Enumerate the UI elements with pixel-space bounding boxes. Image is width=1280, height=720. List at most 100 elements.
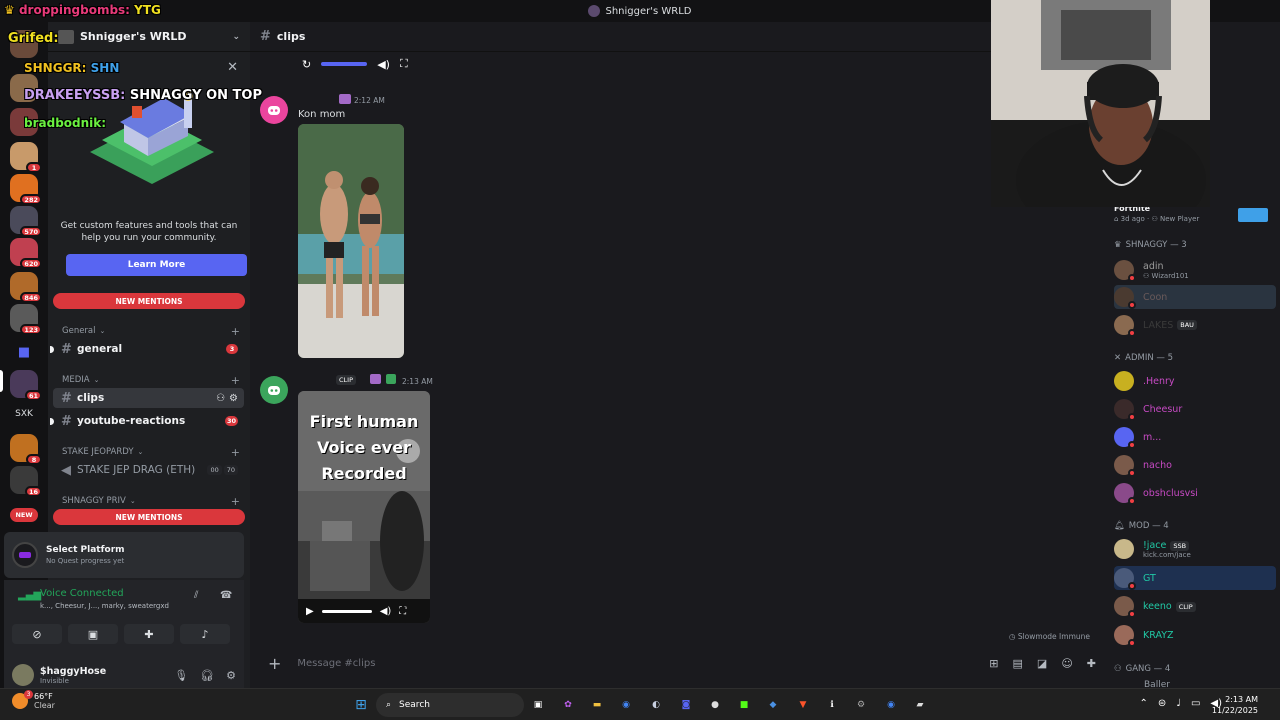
server-header[interactable]: Shnigger's WRLD ⌄ <box>48 22 250 52</box>
server-icon-7[interactable]: 620 <box>10 238 42 269</box>
sticker-icon[interactable]: ◪ <box>1037 657 1047 670</box>
channel-general[interactable]: # general 3 <box>50 339 244 359</box>
server-icon-4[interactable]: 1 <box>10 142 42 173</box>
kick-icon[interactable]: ■ <box>735 696 753 714</box>
gear-icon[interactable]: ⚙ <box>226 669 236 682</box>
speaker-icon[interactable]: ◀) <box>380 606 392 617</box>
obs-icon[interactable]: ▰ <box>911 696 929 714</box>
member-item[interactable]: KRAYZ <box>1114 623 1276 647</box>
noise-suppression-icon[interactable]: ⫽ <box>194 590 198 601</box>
folder-icon[interactable]: ■ <box>10 338 38 366</box>
add-channel-icon[interactable]: + <box>231 495 240 508</box>
taskbar-clock[interactable]: 2:13 AM 11/22/2025 <box>1212 694 1258 716</box>
discord-icon[interactable]: ◙ <box>677 696 695 714</box>
attach-plus-icon[interactable]: + <box>268 654 281 673</box>
info-app-icon[interactable]: ℹ <box>823 696 841 714</box>
server-icon-11[interactable]: 16 <box>10 466 42 497</box>
fullscreen-icon[interactable]: ⛶ <box>399 606 406 617</box>
new-mentions-banner-bottom[interactable]: NEW MENTIONS <box>53 509 245 525</box>
gear-icon[interactable]: ⚙ <box>229 393 238 404</box>
video-attachment[interactable]: First human Voice ever Recorded ▶ ◀) ⛶ <box>298 391 430 623</box>
camera-off-button[interactable]: ⊘ <box>12 624 62 644</box>
member-item[interactable]: m... <box>1114 425 1276 449</box>
avatar[interactable] <box>12 664 34 686</box>
microphone-icon[interactable]: ♩ <box>1176 698 1181 709</box>
gift-icon[interactable]: ⊞ <box>989 657 998 670</box>
message-input[interactable]: Message #clips <box>297 658 375 669</box>
activities-button[interactable]: ✚ <box>124 624 174 644</box>
category-shnaggy-priv[interactable]: SHNAGGY PRIV ⌄ + <box>62 494 240 508</box>
member-item[interactable]: keeno CLIP <box>1114 594 1276 618</box>
headphones-icon[interactable]: 🎧︎ <box>200 669 214 682</box>
volume-slider[interactable] <box>321 609 372 613</box>
member-item[interactable]: Cheesur <box>1114 397 1276 421</box>
chevron-up-icon[interactable]: ⌃ <box>1139 698 1147 709</box>
file-explorer-icon[interactable]: ▬ <box>588 696 606 714</box>
steam-icon[interactable]: ◐ <box>647 696 665 714</box>
add-channel-icon[interactable]: + <box>231 446 240 459</box>
category-media[interactable]: MEDIA ⌄ + <box>62 373 240 387</box>
display-icon[interactable]: ▭ <box>1191 698 1200 709</box>
invite-icon[interactable]: ⚇ <box>216 393 225 404</box>
disconnect-icon[interactable]: ☎ <box>220 590 232 601</box>
new-servers-pill[interactable]: NEW <box>10 508 38 522</box>
chrome-icon[interactable]: ◉ <box>617 696 635 714</box>
member-item[interactable]: !jace SSB kick.com/jace <box>1114 537 1276 561</box>
member-item[interactable]: adin ⚇ Wizard101 <box>1114 258 1276 282</box>
network-icon[interactable]: ⊜ <box>1158 698 1166 709</box>
server-icon-8[interactable]: 846 <box>10 272 42 303</box>
fullscreen-icon[interactable]: ⛶ <box>400 57 408 71</box>
taskbar-search[interactable]: ⌕ Search <box>376 693 524 717</box>
category-general[interactable]: General ⌄ + <box>62 324 240 338</box>
server-icon-6[interactable]: 570 <box>10 206 42 237</box>
member-name-partial[interactable]: Baller <box>1144 680 1170 688</box>
copilot-icon[interactable]: ✿ <box>559 696 577 714</box>
new-mentions-banner[interactable]: NEW MENTIONS <box>53 293 245 309</box>
vscode-icon[interactable]: ◆ <box>764 696 782 714</box>
voice-panel: ▂▄▆ Voice Connected k..., Cheesur, J...,… <box>4 580 244 660</box>
emoji-icon[interactable]: ☺ <box>1061 657 1072 670</box>
server-icon-current[interactable]: 61 <box>10 370 42 401</box>
username[interactable]: $haggyHose <box>40 666 106 677</box>
chrome-icon-2[interactable]: ◉ <box>882 696 900 714</box>
voice-status[interactable]: Voice Connected <box>40 588 124 599</box>
server-icon-5[interactable]: 282 <box>10 174 42 205</box>
screen-share-button[interactable]: ▣ <box>68 624 118 644</box>
volume-slider[interactable] <box>321 62 368 66</box>
add-channel-icon[interactable]: + <box>231 325 240 338</box>
github-icon[interactable]: ● <box>706 696 724 714</box>
play-icon[interactable]: ▶ <box>306 606 314 617</box>
avatar[interactable] <box>260 376 288 404</box>
member-item[interactable]: nacho <box>1114 453 1276 477</box>
avatar[interactable] <box>260 96 288 124</box>
channel-clips[interactable]: # clips ⚇ ⚙ <box>53 388 244 408</box>
category-stake-jeopardy[interactable]: STAKE JEOPARDY ⌄ + <box>62 445 240 459</box>
close-icon[interactable]: ✕ <box>227 60 238 75</box>
quest-card[interactable]: Select Platform No Quest progress yet <box>4 532 244 578</box>
soundboard-button[interactable]: ♪ <box>180 624 230 644</box>
member-item[interactable]: obshclusvsi <box>1114 481 1276 505</box>
task-view-icon[interactable]: ▣ <box>529 696 547 714</box>
settings-icon[interactable]: ⚙ <box>852 696 870 714</box>
speaker-icon[interactable]: ◀) <box>377 58 390 71</box>
member-item[interactable]: GT <box>1114 566 1276 590</box>
apps-icon[interactable]: ✚ <box>1087 657 1096 670</box>
member-item[interactable]: Coon <box>1114 285 1276 309</box>
member-item[interactable]: LAKES BAU <box>1114 313 1276 337</box>
microphone-icon[interactable]: 🎙︎ <box>174 669 188 682</box>
server-icon-10[interactable]: 8 <box>10 434 42 465</box>
channel-youtube-reactions[interactable]: # youtube-reactions 30 <box>50 411 244 431</box>
gif-icon[interactable]: ▤ <box>1013 657 1023 670</box>
signal-icon[interactable]: ▂▄▆ <box>18 590 41 601</box>
windows-start-icon[interactable]: ⊞ <box>352 696 370 714</box>
learn-more-button[interactable]: Learn More <box>66 254 247 276</box>
image-attachment[interactable] <box>298 124 404 358</box>
weather-widget[interactable]: 3 66°F Clear <box>12 690 55 710</box>
voice-channel-stake[interactable]: ◀ STAKE JEP DRAG (ETH) 00 70 <box>53 460 244 480</box>
server-icon-sxk[interactable]: SXK <box>10 400 38 428</box>
server-icon-9[interactable]: 123 <box>10 304 42 335</box>
brave-icon[interactable]: ▼ <box>794 696 812 714</box>
member-item[interactable]: .Henry <box>1114 369 1276 393</box>
replay-icon[interactable]: ↻ <box>302 58 311 71</box>
add-channel-icon[interactable]: + <box>231 374 240 387</box>
